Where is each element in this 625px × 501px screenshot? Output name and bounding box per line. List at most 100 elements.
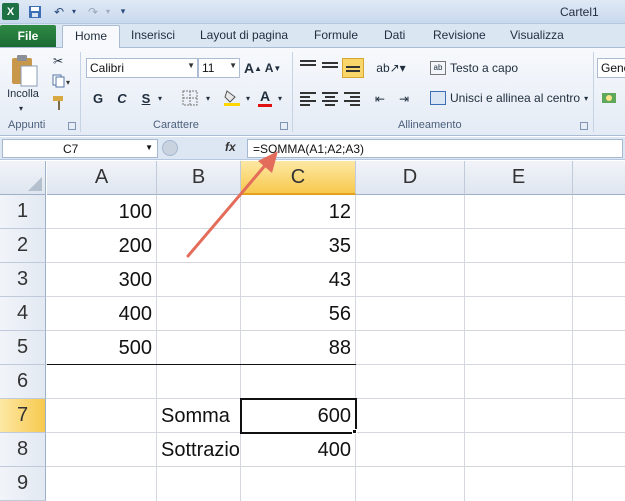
- fill-color-icon[interactable]: [222, 88, 242, 108]
- row-header-2[interactable]: 2: [0, 229, 46, 263]
- format-painter-icon[interactable]: [50, 94, 68, 112]
- font-name-select[interactable]: Calibri ▼: [86, 58, 198, 78]
- align-top-icon[interactable]: [300, 60, 316, 74]
- alignment-launcher-icon[interactable]: [580, 122, 588, 130]
- row-header-4[interactable]: 4: [0, 297, 46, 331]
- save-icon[interactable]: [26, 3, 44, 20]
- tab-home[interactable]: Home: [62, 25, 121, 49]
- chevron-down-icon: ▾: [584, 93, 589, 103]
- formula-bar-splitter-icon[interactable]: [162, 140, 178, 156]
- number-format-select[interactable]: Gene: [597, 58, 625, 78]
- borders-dropdown-icon[interactable]: ▾: [204, 88, 212, 108]
- merge-center-icon: [430, 91, 446, 105]
- cell-a3[interactable]: 300: [47, 263, 156, 297]
- align-bottom-button[interactable]: [342, 58, 364, 78]
- cell-b7[interactable]: Somma: [157, 399, 240, 433]
- paste-button[interactable]: Incolla: [2, 86, 44, 102]
- orientation-icon[interactable]: ab↗▾: [376, 58, 406, 78]
- align-right-icon[interactable]: [344, 92, 360, 106]
- cell-a5[interactable]: 500: [47, 331, 156, 365]
- tab-file[interactable]: File: [0, 25, 56, 47]
- row-header-3[interactable]: 3: [0, 263, 46, 297]
- clipboard-launcher-icon[interactable]: [68, 122, 76, 130]
- paste-dropdown-icon[interactable]: ▾: [14, 102, 28, 114]
- align-bottom-icon: [346, 66, 360, 76]
- group-separator: [292, 52, 293, 132]
- tab-inserisci[interactable]: Inserisci: [131, 28, 175, 42]
- cell-a4[interactable]: 400: [47, 297, 156, 331]
- tab-visualizza[interactable]: Visualizza: [510, 28, 564, 42]
- merge-center-button[interactable]: Unisci e allinea al centro ▾: [430, 88, 590, 108]
- cell-c1[interactable]: 12: [241, 195, 355, 229]
- tab-revisione[interactable]: Revisione: [433, 28, 486, 42]
- column-header-f[interactable]: [573, 161, 625, 195]
- undo-icon[interactable]: ↶: [48, 3, 70, 20]
- undo-dropdown-icon[interactable]: ▾: [70, 3, 78, 20]
- font-size-select[interactable]: 11 ▼: [198, 58, 240, 78]
- cell-c2[interactable]: 35: [241, 229, 355, 263]
- italic-button[interactable]: C: [114, 88, 130, 108]
- column-header-d[interactable]: D: [356, 161, 465, 195]
- currency-format-icon[interactable]: [600, 88, 620, 108]
- merge-center-label: Unisci e allinea al centro: [450, 91, 581, 105]
- font-color-button[interactable]: A: [256, 86, 274, 108]
- redo-icon[interactable]: ↷: [82, 3, 104, 20]
- paste-icon[interactable]: [6, 52, 42, 90]
- ribbon-tabs: File Home Inserisci Layout di pagina For…: [0, 24, 625, 49]
- row-header-1[interactable]: 1: [0, 195, 46, 229]
- customize-qat-icon[interactable]: ▾: [118, 3, 128, 20]
- cell-c5[interactable]: 88: [241, 331, 355, 365]
- gridline: [572, 195, 573, 501]
- row-header-7[interactable]: 7: [0, 399, 46, 433]
- decrease-indent-icon[interactable]: ⇤: [370, 90, 390, 108]
- tab-dati[interactable]: Dati: [384, 28, 405, 42]
- shrink-font-button[interactable]: A ▼: [264, 58, 282, 78]
- grow-font-button[interactable]: A ▲: [244, 58, 262, 78]
- row-header-8[interactable]: 8: [0, 433, 46, 467]
- cell-a1[interactable]: 100: [47, 195, 156, 229]
- column-header-a[interactable]: A: [47, 161, 157, 195]
- chevron-down-icon: ▼: [229, 61, 237, 70]
- insert-function-icon[interactable]: fx: [225, 140, 236, 154]
- select-all-button[interactable]: [0, 161, 46, 195]
- font-launcher-icon[interactable]: [280, 122, 288, 130]
- cell-a2[interactable]: 200: [47, 229, 156, 263]
- column-header-e[interactable]: E: [465, 161, 573, 195]
- fill-handle[interactable]: [352, 429, 357, 434]
- align-middle-icon[interactable]: [322, 62, 338, 76]
- redo-dropdown-icon[interactable]: ▾: [104, 3, 112, 20]
- svg-text:▾: ▾: [66, 78, 70, 87]
- cell-c4[interactable]: 56: [241, 297, 355, 331]
- underline-dropdown-icon[interactable]: ▾: [156, 88, 164, 108]
- borders-icon[interactable]: [178, 88, 202, 108]
- cell-c3[interactable]: 43: [241, 263, 355, 297]
- row-header-6[interactable]: 6: [0, 365, 46, 399]
- wrap-text-button[interactable]: ab Testo a capo: [430, 58, 540, 78]
- font-color-dropdown-icon[interactable]: ▾: [276, 88, 284, 108]
- copy-icon[interactable]: ▾: [50, 72, 74, 90]
- row-header-9[interactable]: 9: [0, 467, 46, 501]
- group-separator: [593, 52, 594, 132]
- row-header-5[interactable]: 5: [0, 331, 46, 365]
- bold-button[interactable]: G: [90, 88, 106, 108]
- column-header-c[interactable]: C: [241, 161, 356, 195]
- column-header-b[interactable]: B: [157, 161, 241, 195]
- tab-formule[interactable]: Formule: [314, 28, 358, 42]
- ribbon-home: Incolla ▾ ✂ ▾ Appunti Calibri ▼ 11 ▼ A ▲ …: [0, 48, 625, 136]
- align-center-icon[interactable]: [322, 92, 338, 106]
- window-title: Cartel1: [560, 5, 599, 19]
- name-box[interactable]: C7 ▼: [2, 139, 158, 158]
- wrap-text-icon: ab: [430, 61, 446, 75]
- chevron-down-icon: ▼: [145, 143, 153, 152]
- underline-button[interactable]: S: [138, 88, 154, 108]
- cell-c8[interactable]: 400: [241, 433, 355, 467]
- excel-logo-icon[interactable]: X: [2, 3, 19, 20]
- cell-b8[interactable]: Sottrazione: [157, 433, 240, 467]
- increase-indent-icon[interactable]: ⇥: [394, 90, 414, 108]
- name-box-value: C7: [63, 142, 79, 156]
- tab-layout-di-pagina[interactable]: Layout di pagina: [200, 28, 288, 42]
- cut-icon[interactable]: ✂: [50, 52, 66, 70]
- fill-color-dropdown-icon[interactable]: ▾: [244, 88, 252, 108]
- align-left-icon[interactable]: [300, 92, 316, 106]
- formula-input[interactable]: =SOMMA(A1;A2;A3): [247, 139, 623, 158]
